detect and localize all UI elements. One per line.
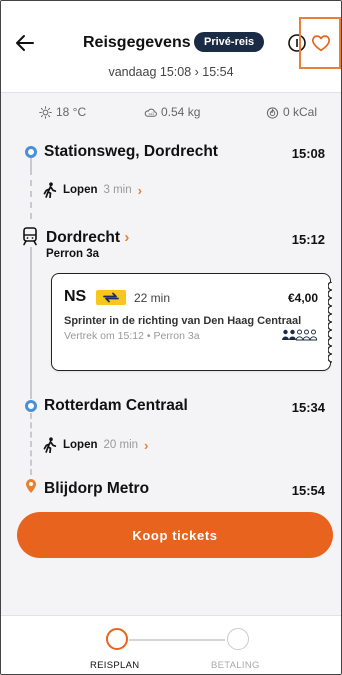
chevron-right-icon: › bbox=[124, 229, 130, 246]
step-reisplan-label[interactable]: REISPLAN bbox=[90, 660, 139, 671]
ticket-edge-decoration bbox=[328, 282, 333, 363]
stop-name[interactable]: Blijdorp Metro bbox=[44, 480, 149, 498]
crowd-level-icon bbox=[282, 329, 318, 341]
stop-time: 15:54 bbox=[291, 483, 325, 498]
timeline-walk-segment bbox=[30, 169, 32, 219]
platform-label: Perron 3a bbox=[46, 248, 100, 260]
timeline-train-segment bbox=[30, 247, 32, 399]
walking-person-icon bbox=[43, 182, 57, 198]
operator-name: NS bbox=[64, 288, 87, 305]
stop-name[interactable]: Stationsweg, Dordrecht bbox=[44, 143, 218, 161]
screen: Reisgegevens Privé-reis vandaag 15:08 › … bbox=[0, 0, 342, 675]
ticket-card[interactable]: NS 22 min €4,00 Sprinter in de richting … bbox=[51, 273, 333, 371]
walk-label: Lopen bbox=[63, 184, 98, 196]
walking-person-icon bbox=[43, 437, 57, 453]
walk-leg[interactable]: Lopen 20 min › bbox=[43, 437, 148, 453]
ticket-price: €4,00 bbox=[287, 291, 318, 305]
ticket-description: Sprinter in de richting van Den Haag Cen… bbox=[64, 315, 302, 327]
walk-duration: 3 min bbox=[103, 184, 132, 196]
ns-logo-icon bbox=[96, 290, 126, 305]
timeline-segment bbox=[30, 157, 32, 169]
stop-name[interactable]: Rotterdam Centraal bbox=[44, 397, 188, 415]
step-betaling-indicator[interactable] bbox=[227, 628, 249, 650]
stat-calories: 0 kCal bbox=[266, 105, 317, 119]
page-title: Reisgegevens bbox=[83, 34, 191, 51]
train-icon bbox=[23, 227, 37, 246]
back-arrow-icon[interactable] bbox=[13, 31, 37, 55]
walk-duration: 20 min bbox=[103, 439, 139, 451]
stepper-connector bbox=[129, 639, 225, 641]
buy-tickets-button[interactable]: Koop tickets bbox=[17, 512, 333, 558]
heart-icon bbox=[312, 35, 330, 52]
trip-stats: 18 °C co2 0.54 kg 0 kCal bbox=[1, 105, 341, 125]
stop-marker bbox=[25, 146, 37, 158]
ticket-duration: 22 min bbox=[134, 291, 171, 305]
stop-name-dordrecht[interactable]: Dordrecht › bbox=[46, 229, 129, 247]
flame-icon bbox=[266, 106, 279, 119]
stop-time: 15:08 bbox=[291, 146, 325, 161]
destination-pin-icon bbox=[26, 479, 36, 493]
trip-time-range: vandaag 15:08 › 15:54 bbox=[108, 65, 234, 79]
step-betaling-label[interactable]: BETALING bbox=[211, 660, 260, 671]
cloud-co2-icon: co2 bbox=[144, 108, 157, 117]
walk-label: Lopen bbox=[63, 439, 98, 451]
timeline-walk-segment bbox=[30, 413, 32, 475]
sun-icon bbox=[39, 105, 52, 119]
favorite-button[interactable] bbox=[299, 17, 341, 69]
stop-time: 15:12 bbox=[291, 232, 325, 247]
step-reisplan-indicator[interactable] bbox=[106, 628, 128, 650]
header: Reisgegevens Privé-reis vandaag 15:08 › … bbox=[1, 1, 341, 93]
progress-stepper: REISPLAN BETALING bbox=[1, 615, 341, 674]
walk-leg[interactable]: Lopen 3 min › bbox=[43, 182, 142, 198]
prive-reis-badge[interactable]: Privé-reis bbox=[194, 32, 265, 52]
stat-co2: co2 0.54 kg bbox=[144, 105, 200, 119]
chevron-right-icon: › bbox=[137, 182, 142, 198]
stop-time: 15:34 bbox=[291, 400, 325, 415]
chevron-right-icon: › bbox=[144, 437, 149, 453]
stop-marker bbox=[25, 400, 37, 412]
ticket-departure: Vertrek om 15:12 • Perron 3a bbox=[64, 330, 200, 342]
stat-temperature: 18 °C bbox=[39, 105, 86, 119]
svg-text:co2: co2 bbox=[149, 111, 155, 115]
